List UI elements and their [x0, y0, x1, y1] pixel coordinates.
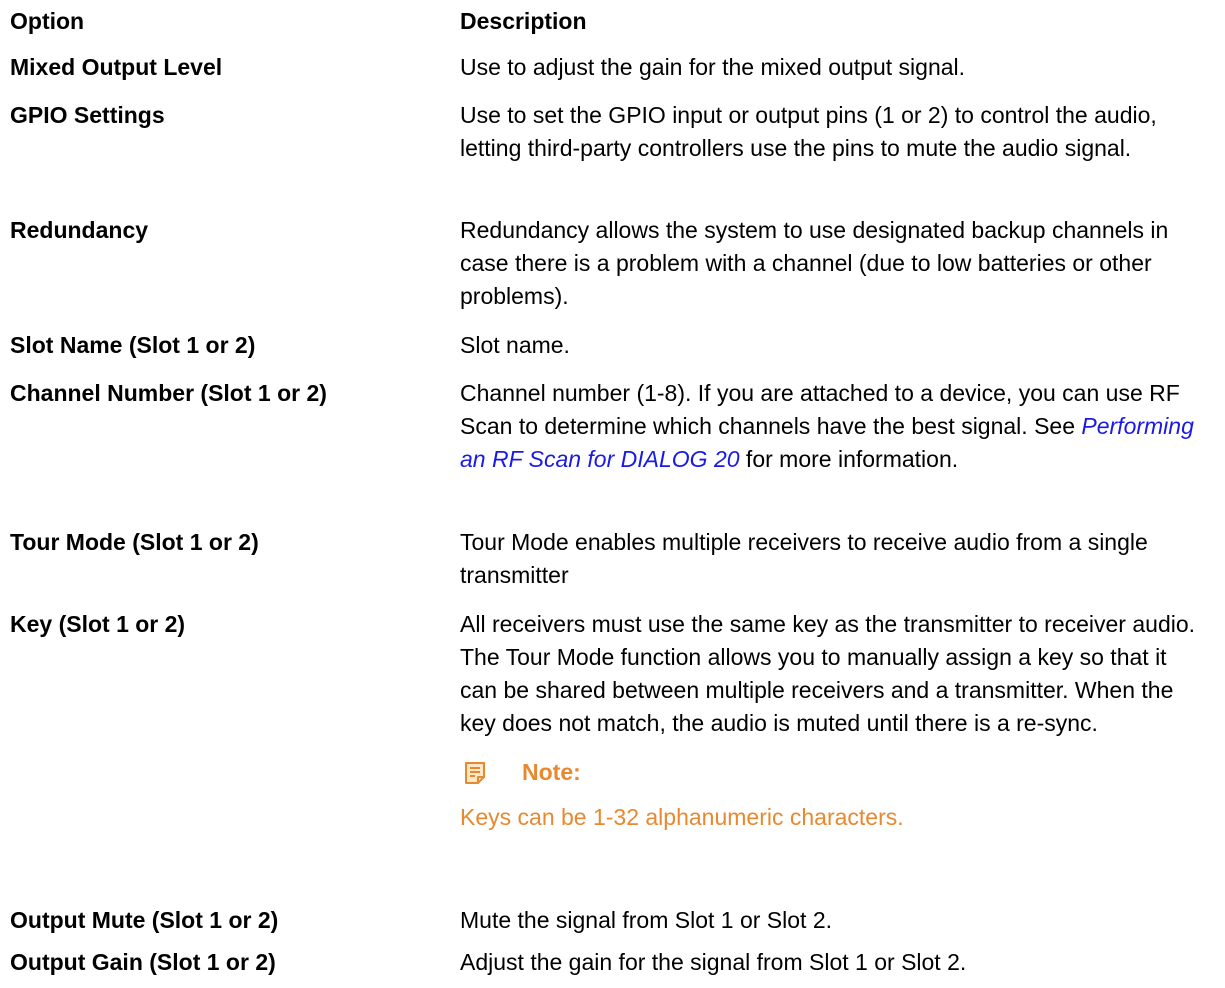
option-description: Use to set the GPIO input or output pins… — [460, 102, 1157, 161]
option-description: Slot name. — [460, 332, 570, 358]
option-description: All receivers must use the same key as t… — [460, 611, 1196, 736]
option-description: Adjust the gain for the signal from Slot… — [460, 949, 967, 975]
note-block: Note: Keys can be 1-32 alphanumeric char… — [460, 756, 1205, 834]
option-description: Mute the signal from Slot 1 or Slot 2. — [460, 907, 833, 933]
note-title: Note: — [522, 759, 581, 785]
option-name: Output Mute (Slot 1 or 2) — [10, 907, 279, 933]
note-body: Keys can be 1-32 alphanumeric characters… — [460, 804, 904, 830]
note-header: Note: — [460, 756, 1205, 789]
option-name: Redundancy — [10, 217, 149, 243]
option-description-cell: All receivers must use the same key as t… — [460, 608, 1215, 834]
option-description: Redundancy allows the system to use desi… — [460, 217, 1169, 309]
option-name: GPIO Settings — [10, 102, 165, 128]
table-row: GPIO Settings Use to set the GPIO input … — [0, 99, 1225, 214]
description-text: Channel number (1-8). If you are attache… — [460, 380, 1180, 439]
option-name: Output Gain (Slot 1 or 2) — [10, 949, 276, 975]
description-text: for more information. — [739, 446, 959, 472]
table-row: Tour Mode (Slot 1 or 2) Tour Mode enable… — [0, 526, 1225, 608]
table-row: Key (Slot 1 or 2) All receivers must use… — [0, 608, 1225, 904]
table-row: Mixed Output Level Use to adjust the gai… — [0, 51, 1225, 99]
option-name: Tour Mode (Slot 1 or 2) — [10, 529, 259, 555]
table-row: Slot Name (Slot 1 or 2) Slot name. — [0, 329, 1225, 377]
option-name: Key (Slot 1 or 2) — [10, 611, 186, 637]
option-description: Tour Mode enables multiple receivers to … — [460, 529, 1148, 588]
table-row: Output Gain (Slot 1 or 2) Adjust the gai… — [0, 946, 1225, 988]
option-description: Channel number (1-8). If you are attache… — [460, 377, 1215, 476]
table-row: Channel Number (Slot 1 or 2) Channel num… — [0, 377, 1225, 526]
option-name: Channel Number (Slot 1 or 2) — [10, 380, 327, 406]
option-name: Slot Name (Slot 1 or 2) — [10, 332, 256, 358]
header-description: Description — [460, 8, 587, 34]
table-row: Redundancy Redundancy allows the system … — [0, 214, 1225, 329]
table-row: Output Mute (Slot 1 or 2) Mute the signa… — [0, 904, 1225, 946]
options-table: Option Description Mixed Output Level Us… — [0, 0, 1225, 988]
option-name: Mixed Output Level — [10, 54, 223, 80]
table-header: Option Description — [0, 0, 1225, 51]
header-option: Option — [10, 8, 85, 34]
option-description: Use to adjust the gain for the mixed out… — [460, 54, 966, 80]
note-icon — [462, 760, 488, 786]
